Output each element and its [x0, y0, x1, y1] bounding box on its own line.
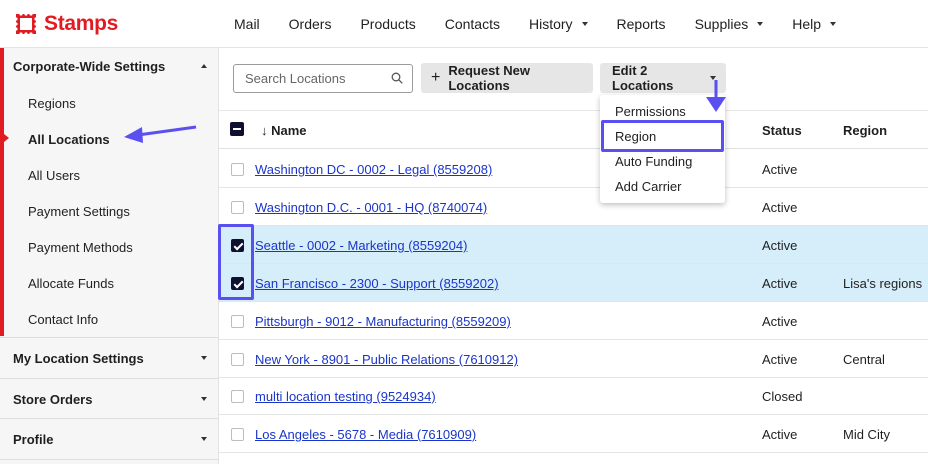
annotation-arrows [124, 80, 726, 143]
arrow-left-icon [124, 125, 197, 143]
app-window: Stamps Mail Orders Products Contacts His… [0, 0, 928, 464]
arrow-down-icon [706, 80, 726, 112]
